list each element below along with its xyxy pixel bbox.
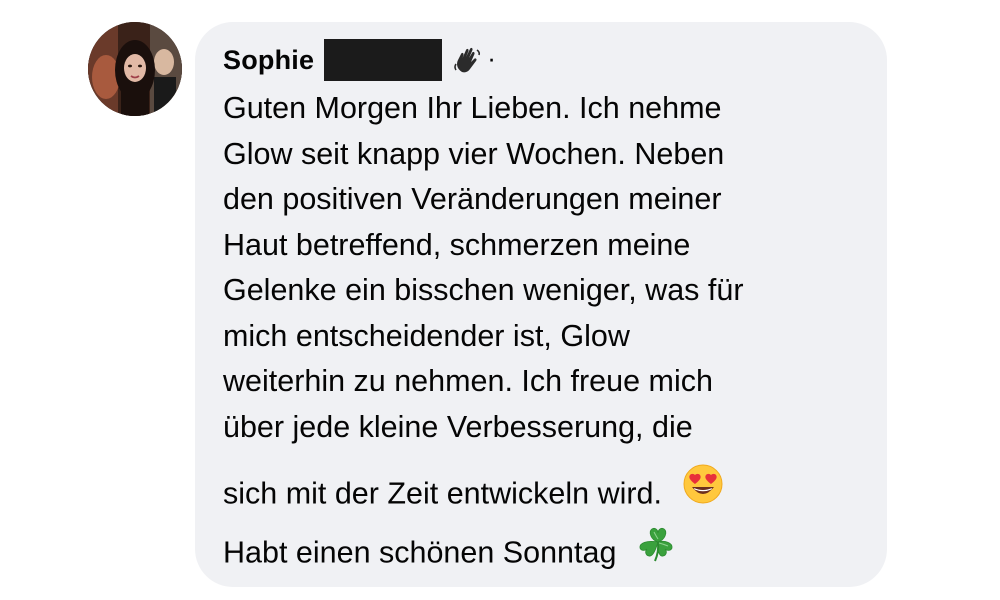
comment-line: weiterhin zu nehmen. Ich freue mich [223,364,713,398]
comment-header: Sophie · [223,39,496,81]
comment-line-with-emoji: sich mit der Zeit entwickeln wird. [223,463,873,522]
redacted-surname [324,39,443,81]
comment-line: Guten Morgen Ihr Lieben. Ich nehme [223,91,722,125]
heart-eyes-emoji-icon [682,463,724,522]
comment-line: Habt einen schönen Sonntag [223,535,617,570]
comment-line: über jede kleine Verbesserung, die [223,409,693,444]
comment-text: Guten Morgen Ihr Lieben. Ich nehme Glow … [223,86,873,578]
name-separator: · [487,43,496,73]
avatar[interactable] [88,22,182,116]
comment-line: Glow seit knapp vier Wochen. Neben [223,136,725,171]
author-name[interactable]: Sophie [223,45,314,76]
four-leaf-clover-icon [637,522,679,581]
profile-photo [88,22,182,116]
comment-line: den positiven Veränderungen meiner [223,182,722,216]
comment-line: sich mit der Zeit entwickeln wird. [223,476,662,511]
comment-line-with-emoji: Habt einen schönen Sonntag [223,525,873,578]
comment-line: Haut betreffend, schmerzen meine [223,227,691,262]
waving-hand-icon[interactable] [450,42,486,78]
comment-line: mich entscheidender ist, Glow [223,318,630,353]
comment-line: Gelenke ein bisschen weniger, was für [223,273,744,307]
